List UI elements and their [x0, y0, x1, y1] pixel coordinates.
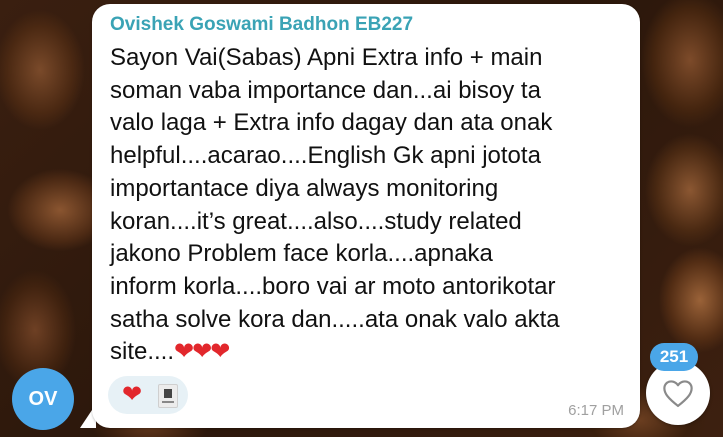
message-line: site....	[110, 338, 175, 366]
message-line: koran....it’s great....also....study rel…	[110, 207, 522, 235]
heart-outline-icon	[663, 380, 693, 408]
message-line: inform korla....boro vai ar moto antorik…	[110, 272, 556, 300]
message-line: helpful....acarao....English Gk apni jot…	[110, 142, 541, 170]
avatar-initials: OV	[28, 387, 58, 410]
message-time: 6:17 PM	[568, 402, 624, 419]
message-line: jakono Problem face korla....apnaka	[110, 240, 493, 268]
red-hearts-emoji: ❤❤❤	[174, 338, 230, 366]
message-line: importantace diya always monitoring	[110, 174, 499, 202]
message-line: satha solve kora dan.....ata onak valo a…	[110, 305, 560, 333]
like-button-group[interactable]: 251	[646, 343, 712, 429]
reactor-avatar	[158, 384, 178, 408]
message-text: Sayon Vai(Sabas) Apni Extra info + main …	[110, 42, 630, 369]
sender-avatar[interactable]: OV	[12, 368, 74, 430]
reaction-pill[interactable]: ❤	[108, 376, 188, 414]
message-line: valo laga + Extra info dagay dan ata ona…	[110, 109, 553, 137]
heart-reaction-icon: ❤	[122, 381, 143, 408]
message-line: soman vaba importance dan...ai bisoy ta	[110, 76, 541, 104]
message-bubble[interactable]: Ovishek Goswami Badhon EB227 Sayon Vai(S…	[92, 4, 640, 428]
sender-name[interactable]: Ovishek Goswami Badhon EB227	[110, 14, 413, 36]
message-line: Sayon Vai(Sabas) Apni Extra info + main	[110, 44, 543, 71]
message-line-last: site....❤❤❤	[110, 336, 630, 369]
like-count-badge: 251	[650, 343, 698, 371]
